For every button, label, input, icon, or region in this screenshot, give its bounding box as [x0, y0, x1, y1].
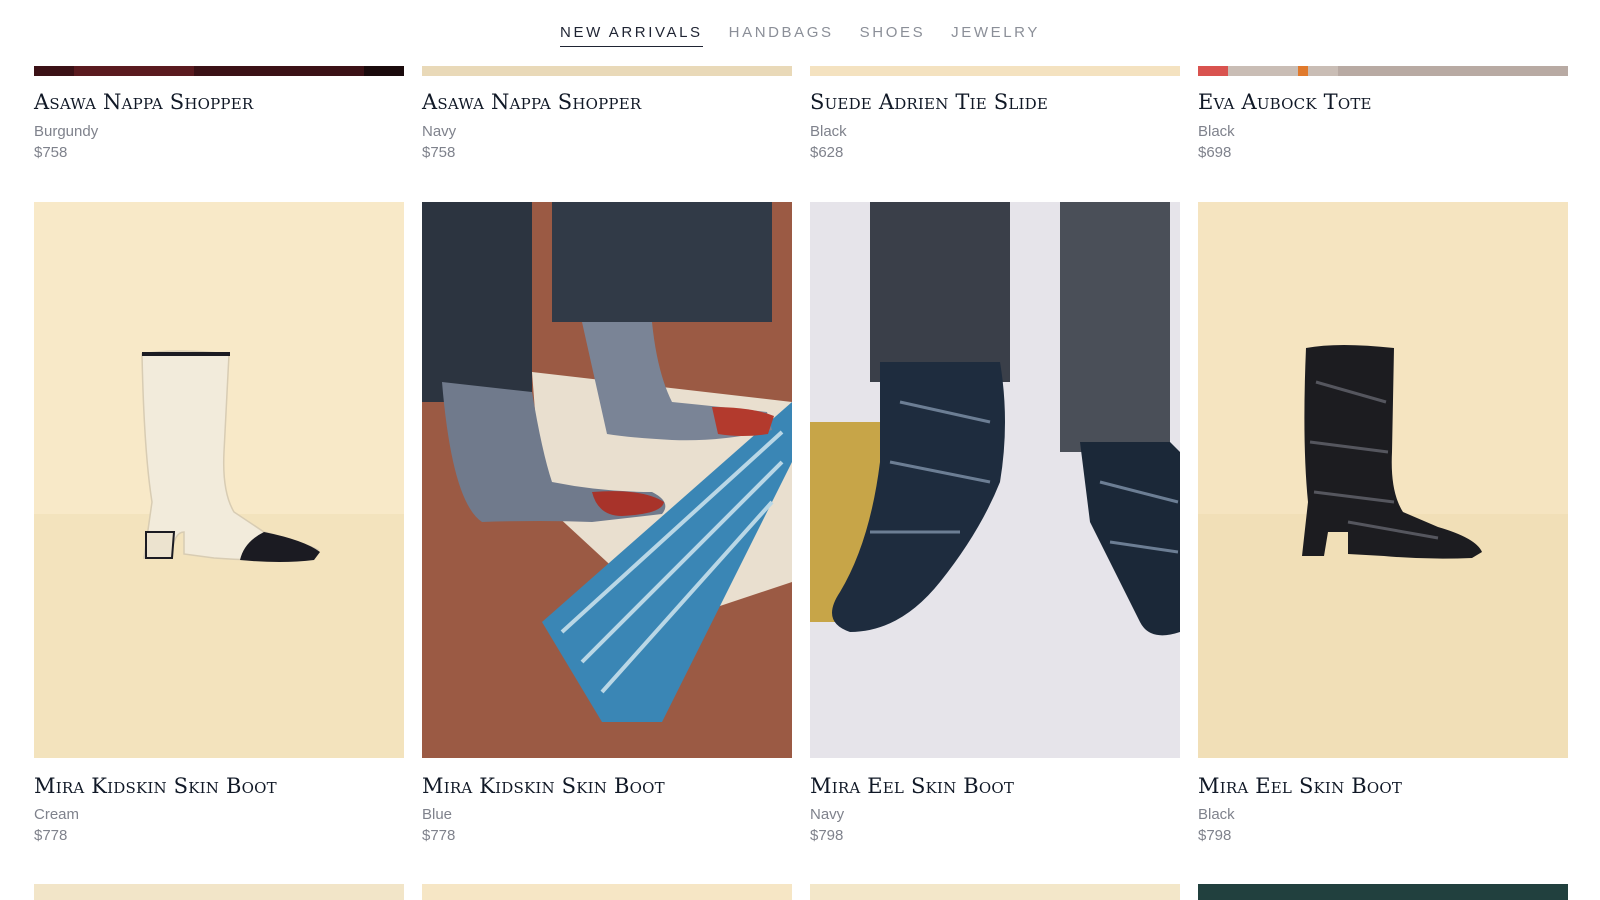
product-image[interactable]	[1198, 884, 1568, 900]
nav-list: NEW ARRIVALS HANDBAGS SHOES JEWELRY	[547, 20, 1053, 47]
product-image[interactable]	[34, 884, 404, 900]
product-color: Black	[810, 123, 847, 140]
black-boot-icon	[1198, 202, 1568, 758]
page: NEW ARRIVALS HANDBAGS SHOES JEWELRY Asaw…	[0, 0, 1600, 900]
product-price: $758	[422, 144, 456, 161]
product-color: Black	[1198, 806, 1235, 823]
product-price: $698	[1198, 144, 1232, 161]
product-price: $798	[1198, 827, 1232, 844]
product-price: $778	[422, 827, 456, 844]
product-name[interactable]: Asawa Nappa Shopper	[422, 90, 641, 114]
product-price: $628	[810, 144, 844, 161]
product-name[interactable]: Asawa Nappa Shopper	[34, 90, 253, 114]
product-image[interactable]	[422, 884, 792, 900]
product-image[interactable]	[34, 202, 404, 758]
product-price: $758	[34, 144, 68, 161]
product-color: Blue	[422, 806, 453, 823]
product-image[interactable]	[1198, 66, 1568, 76]
blue-boot-icon	[422, 202, 792, 758]
product-image[interactable]	[810, 66, 1180, 76]
cream-boot-icon	[34, 202, 404, 758]
product-name[interactable]: Mira Kidskin Skin Boot	[422, 774, 665, 798]
product-image[interactable]	[422, 66, 792, 76]
product-price: $798	[810, 827, 844, 844]
top-navigation: NEW ARRIVALS HANDBAGS SHOES JEWELRY	[0, 0, 1600, 62]
product-image[interactable]	[1198, 202, 1568, 758]
product-price: $778	[34, 827, 68, 844]
nav-new-arrivals[interactable]: NEW ARRIVALS	[560, 20, 703, 47]
product-color: Navy	[810, 806, 845, 823]
product-image[interactable]	[810, 884, 1180, 900]
nav-handbags[interactable]: HANDBAGS	[716, 20, 847, 47]
product-name[interactable]: Mira Eel Skin Boot	[1198, 774, 1402, 798]
product-color: Navy	[422, 123, 457, 140]
nav-jewelry[interactable]: JEWELRY	[938, 20, 1053, 47]
product-color: Burgundy	[34, 123, 99, 140]
product-image[interactable]	[34, 66, 404, 76]
nav-shoes[interactable]: SHOES	[847, 20, 939, 47]
product-name[interactable]: Suede Adrien Tie Slide	[810, 90, 1048, 114]
product-color: Cream	[34, 806, 80, 823]
product-image[interactable]	[810, 202, 1180, 758]
product-image[interactable]	[422, 202, 792, 758]
product-color: Black	[1198, 123, 1235, 140]
product-name[interactable]: Mira Eel Skin Boot	[810, 774, 1014, 798]
product-name[interactable]: Mira Kidskin Skin Boot	[34, 774, 277, 798]
product-name[interactable]: Eva Aubock Tote	[1198, 90, 1372, 114]
navy-boot-icon	[810, 202, 1180, 758]
